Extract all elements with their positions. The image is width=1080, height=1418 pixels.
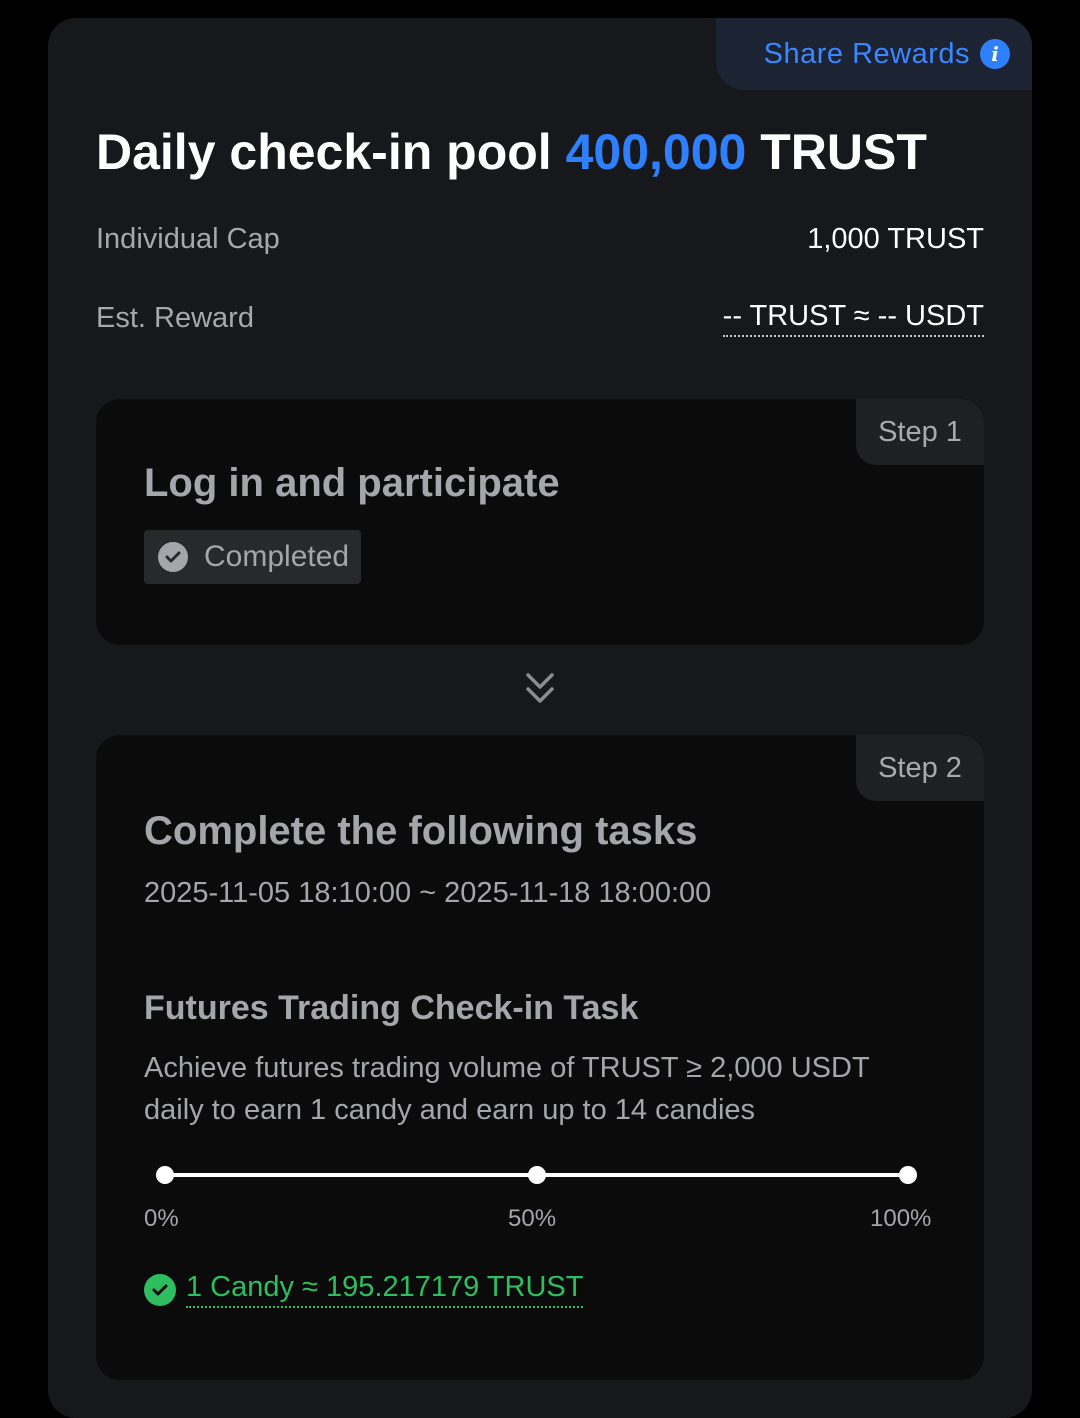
candy-reward: 1 Candy ≈ 195.217179 TRUST [144, 1271, 584, 1308]
step-1-card: Step 1 Log in and participate Completed [96, 399, 984, 645]
progress-node-0 [156, 1166, 174, 1184]
est-reward-value[interactable]: -- TRUST ≈ -- USDT [722, 300, 984, 337]
task-date-range: 2025-11-05 18:10:00 ~ 2025-11-18 18:00:0… [144, 877, 712, 909]
pool-title: Daily check-in pool 400,000 TRUST [96, 123, 927, 181]
individual-cap-row: Individual Cap 1,000 TRUST [96, 223, 984, 256]
pool-title-prefix: Daily check-in pool [96, 124, 552, 180]
step-2-tag: Step 2 [856, 735, 984, 801]
task-title: Futures Trading Check-in Task [144, 989, 639, 1027]
candy-reward-value[interactable]: 1 Candy ≈ 195.217179 TRUST [186, 1271, 584, 1308]
est-reward-row: Est. Reward -- TRUST ≈ -- USDT [96, 300, 984, 337]
share-rewards-button[interactable]: Share Rewards i [716, 18, 1032, 90]
progress-label-0: 0% [144, 1205, 179, 1232]
progress-node-100 [899, 1166, 917, 1184]
est-reward-label: Est. Reward [96, 302, 254, 334]
progress-node-50 [528, 1166, 546, 1184]
individual-cap-label: Individual Cap [96, 223, 280, 255]
check-circle-icon [144, 1273, 176, 1306]
completed-badge: Completed [144, 530, 362, 584]
check-circle-icon [158, 542, 188, 572]
step-1-tag: Step 1 [856, 399, 984, 465]
info-icon[interactable]: i [980, 39, 1010, 69]
share-rewards-label: Share Rewards [763, 37, 970, 70]
progress-label-50: 50% [508, 1205, 557, 1232]
task-description: Achieve futures trading volume of TRUST … [144, 1052, 870, 1126]
completed-label: Completed [204, 540, 350, 573]
double-chevron-down-icon [526, 673, 554, 703]
step-2-card: Step 2 Complete the following tasks 2025… [96, 735, 984, 1380]
check-in-card: Share Rewards i Daily check-in pool 400,… [48, 18, 1032, 1418]
pool-amount: 400,000 [565, 124, 747, 180]
step-2-title: Complete the following tasks [144, 809, 698, 853]
pool-token: TRUST [760, 124, 927, 180]
individual-cap-value: 1,000 TRUST [807, 223, 984, 255]
progress-label-100: 100% [870, 1205, 932, 1232]
step-1-title: Log in and participate [144, 461, 560, 505]
